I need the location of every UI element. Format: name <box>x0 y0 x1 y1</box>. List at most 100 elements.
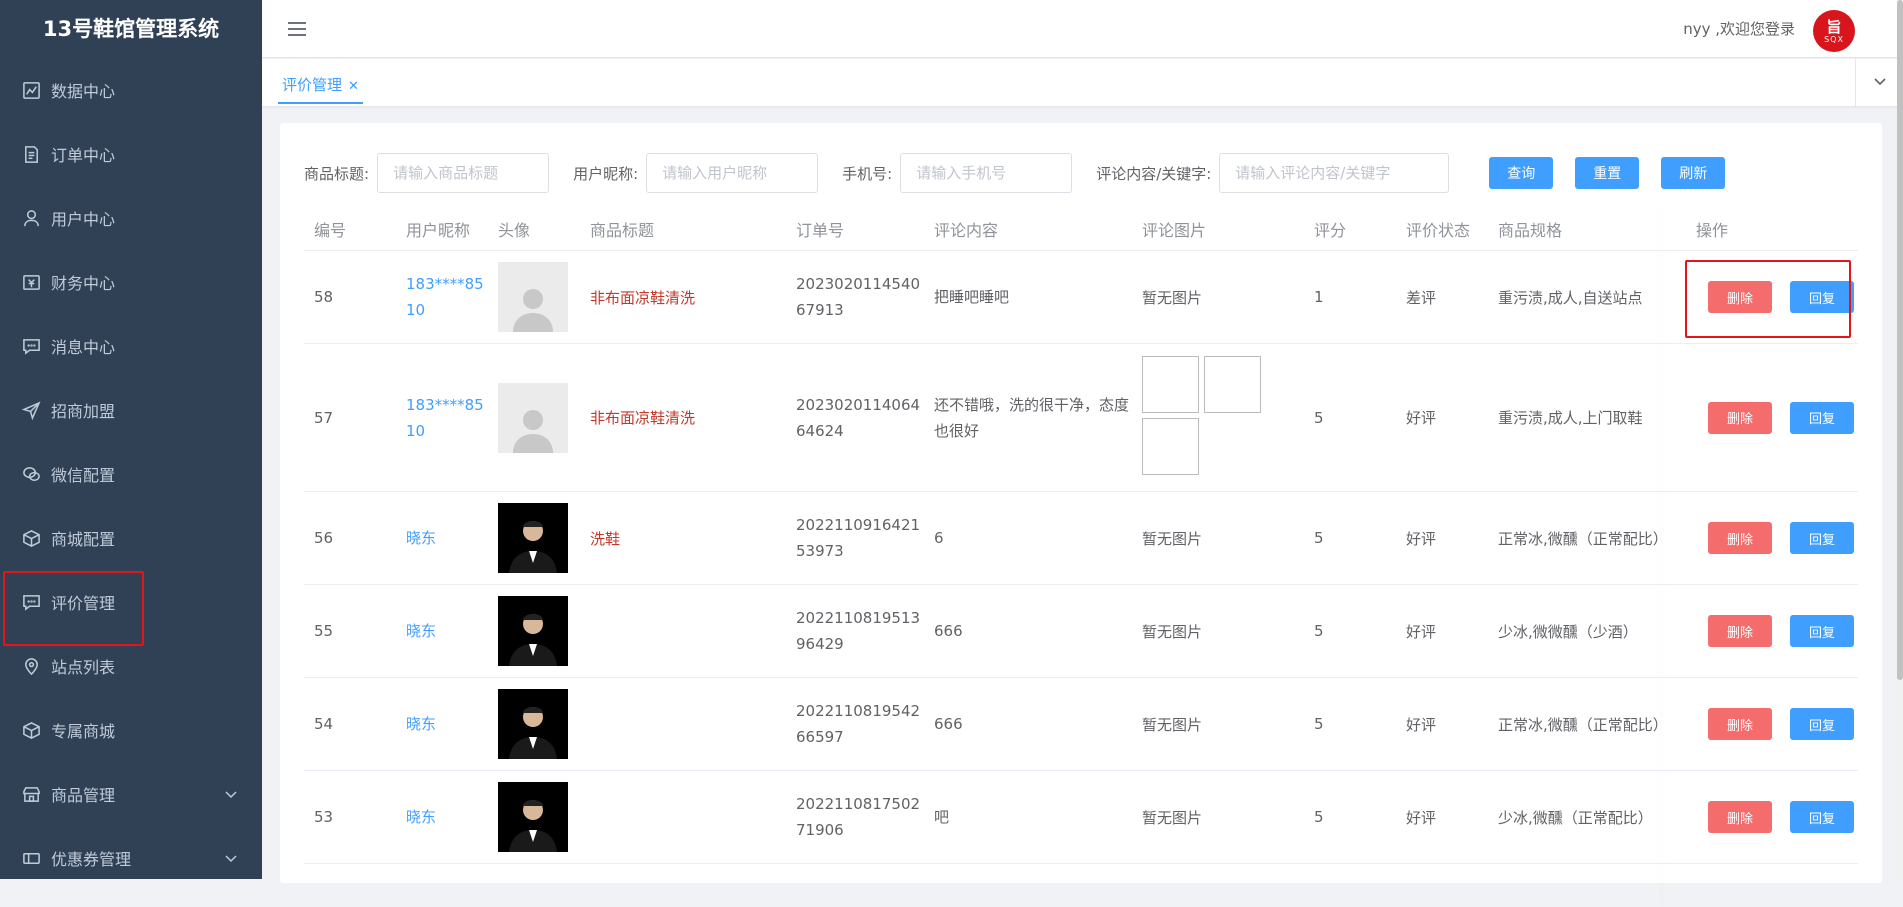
cell-nick[interactable]: 晓东 <box>396 618 488 644</box>
page-scrollbar[interactable] <box>1897 0 1903 879</box>
sidebar-item-product-management[interactable]: 商品管理 <box>0 762 262 826</box>
sidebar-item-label: 招商加盟 <box>51 402 116 421</box>
cell-nick[interactable]: 晓东 <box>396 804 488 830</box>
table-row: 56 晓东 洗鞋 202211091642153973 6 暂无图片 5 好评 … <box>304 492 1858 585</box>
sidebar-item-review-management[interactable]: 评价管理 <box>0 570 262 634</box>
delete-button[interactable]: 删除 <box>1708 522 1772 554</box>
cell-score: 5 <box>1314 622 1324 640</box>
sidebar-item-user-center[interactable]: 用户中心 <box>0 186 262 250</box>
sidebar-item-coupon-management[interactable]: 优惠券管理 <box>0 826 262 879</box>
table-row: 55 晓东 202211081951396429 666 暂无图片 5 好评 少… <box>304 585 1858 678</box>
hamburger-menu-icon[interactable] <box>286 18 308 40</box>
tab-review-management[interactable]: 评价管理 ✕ <box>278 66 363 104</box>
cell-pics: 暂无图片 <box>1142 288 1203 307</box>
cell-content: 吧 <box>934 808 950 826</box>
sidebar-item-franchise[interactable]: 招商加盟 <box>0 378 262 442</box>
cell-avatar <box>488 689 580 759</box>
cell-id: 54 <box>314 715 334 733</box>
default-avatar-icon <box>498 262 568 332</box>
cell-spec: 重污渍,成人,自送站点 <box>1498 288 1643 307</box>
sidebar-item-exclusive-mall[interactable]: 专属商城 <box>0 698 262 762</box>
app-title: 13号鞋馆管理系统 <box>42 17 220 41</box>
avatar[interactable]: 旨 SQX <box>1813 10 1855 52</box>
cell-nick[interactable]: 183****8510 <box>396 271 488 323</box>
cell-nick[interactable]: 晓东 <box>396 711 488 737</box>
cell-avatar <box>488 596 580 666</box>
sidebar-item-message-center[interactable]: 消息中心 <box>0 314 262 378</box>
cell-pics <box>1132 355 1304 480</box>
delete-button[interactable]: 删除 <box>1708 708 1772 740</box>
sidebar: 13号鞋馆管理系统 数据中心 订单中心 用户中心 财务中心 消息中心 招商加盟 … <box>0 0 262 879</box>
phone-search-input[interactable] <box>900 153 1073 193</box>
cell-score: 5 <box>1314 715 1324 733</box>
filter-phone-label: 手机号: <box>842 164 893 183</box>
sidebar-item-site-list[interactable]: 站点列表 <box>0 634 262 698</box>
document-icon <box>21 144 41 164</box>
top-header: nyy ,欢迎您登录 旨 SQX <box>262 0 1903 58</box>
cell-status: 好评 <box>1406 529 1437 548</box>
column-header: 商品规格 <box>1498 220 1563 240</box>
chevron-down-icon <box>224 850 238 869</box>
refresh-button[interactable]: 刷新 <box>1661 157 1726 189</box>
user-icon <box>21 208 41 228</box>
table-row: 58 183****8510 非布面凉鞋清洗 20230201145406791… <box>304 251 1858 344</box>
scrollbar-thumb[interactable] <box>1897 0 1903 680</box>
cell-pics: 暂无图片 <box>1142 715 1203 734</box>
cell-avatar <box>488 503 580 573</box>
tabs-dropdown[interactable] <box>1855 59 1903 106</box>
delete-button[interactable]: 删除 <box>1708 281 1772 313</box>
keyword-search-input[interactable] <box>1219 153 1450 193</box>
column-header: 订单号 <box>796 220 845 240</box>
cell-id: 57 <box>314 408 334 427</box>
cell-nick[interactable]: 183****8510 <box>396 392 488 444</box>
delete-button[interactable]: 删除 <box>1708 801 1772 833</box>
delete-button[interactable]: 删除 <box>1708 401 1772 434</box>
sidebar-item-label: 订单中心 <box>51 146 116 165</box>
sidebar-item-label: 数据中心 <box>51 82 116 101</box>
nick-search-input[interactable] <box>646 153 819 193</box>
query-button[interactable]: 查询 <box>1489 157 1554 189</box>
cell-avatar <box>488 382 580 453</box>
close-icon[interactable]: ✕ <box>348 79 359 94</box>
reply-button[interactable]: 回复 <box>1790 708 1854 740</box>
title-search-input[interactable] <box>377 153 550 193</box>
main-card: 商品标题: 用户昵称: 手机号: 评论内容/关键字: 查询 重置 刷新 编号 用… <box>280 123 1882 883</box>
cell-status: 好评 <box>1406 808 1437 827</box>
review-image[interactable] <box>1142 417 1199 475</box>
comment-icon <box>21 592 41 612</box>
sidebar-item-wechat-config[interactable]: 微信配置 <box>0 442 262 506</box>
box-icon <box>21 720 41 740</box>
sidebar-item-order-center[interactable]: 订单中心 <box>0 122 262 186</box>
cell-spec: 少冰,微醺（正常配比） <box>1498 808 1653 827</box>
reply-button[interactable]: 回复 <box>1790 281 1854 313</box>
cell-spec: 少冰,微微醺（少酒） <box>1498 622 1638 641</box>
sidebar-item-mall-config[interactable]: 商城配置 <box>0 506 262 570</box>
cell-pics: 暂无图片 <box>1142 622 1203 641</box>
cell-status: 好评 <box>1406 715 1437 734</box>
column-header: 评分 <box>1314 220 1347 240</box>
box-icon <box>21 528 41 548</box>
user-photo-avatar <box>498 689 568 759</box>
table-header: 编号 用户昵称 头像 商品标题 订单号 评论内容 评论图片 评分 评价状态 商品… <box>304 207 1858 251</box>
reset-button[interactable]: 重置 <box>1575 157 1640 189</box>
column-header: 商品标题 <box>590 220 655 240</box>
cell-order: 202211081954266597 <box>796 702 921 746</box>
sidebar-item-finance-center[interactable]: 财务中心 <box>0 250 262 314</box>
reply-button[interactable]: 回复 <box>1790 522 1854 554</box>
cell-order: 202302011406464624 <box>796 395 921 440</box>
cell-spec: 重污渍,成人,上门取鞋 <box>1498 409 1643 427</box>
reply-button[interactable]: 回复 <box>1790 801 1854 833</box>
reply-button[interactable]: 回复 <box>1790 615 1854 647</box>
column-header: 头像 <box>498 220 531 240</box>
reply-button[interactable]: 回复 <box>1790 401 1854 434</box>
cell-actions: 删除 回复 <box>1686 801 1858 833</box>
review-image[interactable] <box>1204 355 1261 413</box>
review-image[interactable] <box>1142 355 1199 413</box>
sidebar-item-label: 评价管理 <box>51 594 116 613</box>
delete-button[interactable]: 删除 <box>1708 615 1772 647</box>
shop-icon <box>21 784 41 804</box>
sidebar-item-data-center[interactable]: 数据中心 <box>0 58 262 122</box>
cell-nick[interactable]: 晓东 <box>396 525 488 551</box>
avatar-sub-text: SQX <box>1824 34 1844 44</box>
cell-order: 202211081951396429 <box>796 609 921 653</box>
